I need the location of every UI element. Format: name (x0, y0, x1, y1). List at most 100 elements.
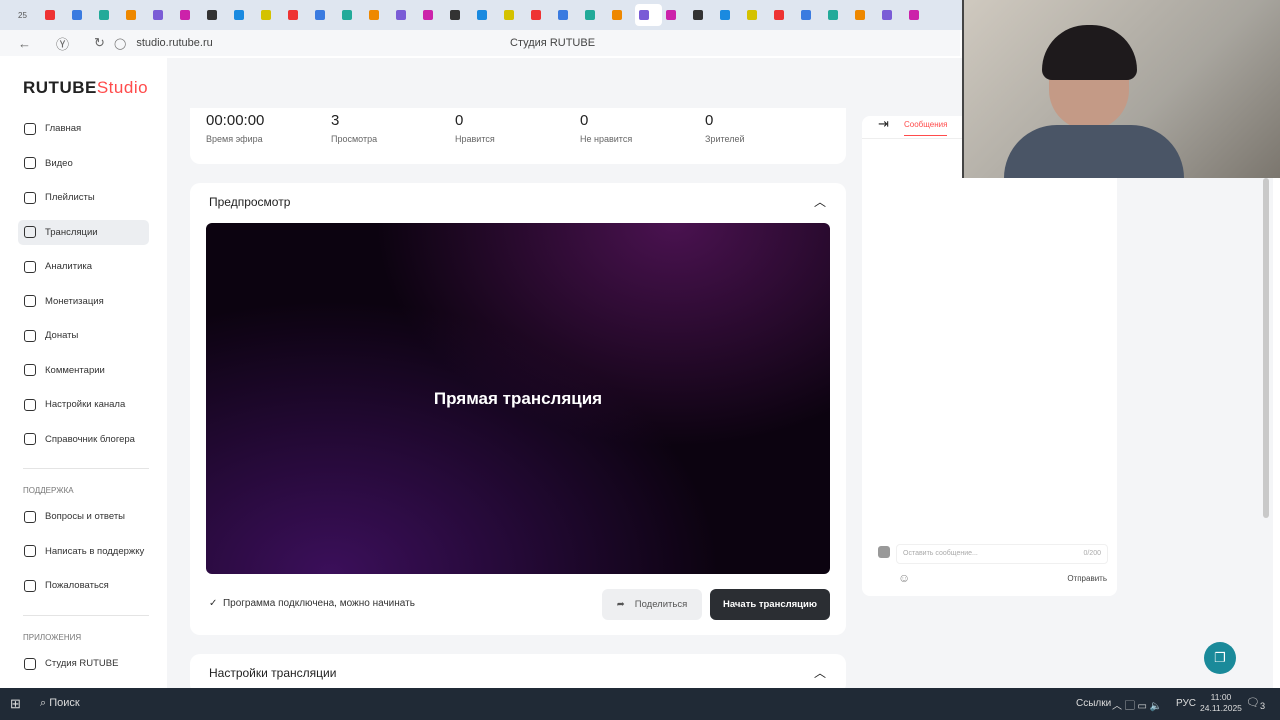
browser-tab[interactable] (392, 4, 419, 26)
browser-tab[interactable] (419, 4, 446, 26)
sidebar-item[interactable]: Монетизация (18, 289, 149, 314)
nav-icon (24, 260, 36, 273)
windows-taskbar: ⊞ ⌕ Поиск Ссылки ︿ ▢ ▭ 🔈 РУС 11:00 24.11.… (0, 688, 1280, 720)
nav-icon (24, 545, 36, 557)
tray-icons[interactable]: ︿ ▢ ▭ 🔈 (1112, 697, 1162, 712)
browser-tab[interactable] (743, 4, 770, 26)
reload-icon[interactable]: ↻ (94, 35, 114, 51)
sidebar-item-label: Трансляции (45, 226, 98, 238)
sidebar-item[interactable]: Вопросы и ответы (18, 504, 149, 529)
browser-tab[interactable] (878, 4, 905, 26)
nav-icon (24, 226, 36, 238)
windows-start-icon[interactable]: ⊞ (10, 696, 21, 712)
browser-tab[interactable] (581, 4, 608, 26)
collapse-chat-icon[interactable]: ⇥ (878, 116, 889, 132)
browser-tab[interactable] (851, 4, 878, 26)
browser-tab[interactable] (770, 4, 797, 26)
webcam-overlay (962, 0, 1280, 178)
browser-tab[interactable] (284, 4, 311, 26)
clock[interactable]: 11:00 24.11.2025 (1200, 692, 1242, 714)
connection-status: ✓ Программа подключена, можно начинать (209, 598, 415, 609)
language-indicator[interactable]: РУС (1176, 698, 1196, 709)
sidebar-item[interactable]: Донаты (18, 323, 149, 348)
browser-tab[interactable] (311, 4, 338, 26)
stat-label: Время эфира (206, 134, 263, 144)
page-title: Студия RUTUBE (510, 37, 596, 49)
stat-label: Не нравится (580, 134, 633, 144)
sidebar-item[interactable]: Комментарии (18, 358, 149, 383)
browser-tab[interactable] (149, 4, 176, 26)
sidebar-item[interactable]: Трансляции (18, 219, 149, 245)
sidebar-item[interactable]: Настройки канала (18, 392, 149, 417)
emoji-icon[interactable]: ☺ (898, 571, 910, 585)
user-avatar (878, 546, 890, 558)
browser-tab[interactable] (473, 4, 500, 26)
sidebar-item[interactable]: Видео (18, 151, 149, 176)
send-button[interactable]: Отправить (1067, 574, 1107, 583)
browser-tab[interactable] (257, 4, 284, 26)
browser-tab[interactable] (365, 4, 392, 26)
browser-tab[interactable] (176, 4, 203, 26)
tab-counter[interactable]: 25 (14, 4, 41, 26)
sidebar-item[interactable]: Студия RUTUBE (18, 651, 149, 676)
url-field[interactable]: studio.rutube.ru (136, 37, 212, 49)
browser-tab[interactable] (662, 4, 689, 26)
preview-overlay-text: Прямая трансляция (433, 388, 603, 408)
browser-tab[interactable] (554, 4, 581, 26)
chat-panel: ⇥ Сообщения Оставить сообщение... 0/200 ☺… (862, 116, 1117, 596)
sidebar-item[interactable]: Главная (18, 116, 149, 141)
sidebar-item-label: Аналитика (45, 261, 93, 272)
sidebar-item-label: Комментарии (45, 364, 105, 376)
links-toolbar[interactable]: Ссылки (1076, 698, 1111, 709)
address-bar: ← Ⓨ ↻ ◯ studio.rutube.ru Студия RUTUBE (0, 30, 960, 56)
sidebar-item[interactable]: Пожаловаться (18, 573, 149, 598)
stat-item: 0 Зрителей (705, 112, 744, 144)
notifications-icon[interactable]: 🗨3 (1246, 696, 1265, 711)
sidebar-item[interactable]: Аналитика (18, 254, 149, 279)
browser-tab[interactable] (338, 4, 365, 26)
collapse-chevron-icon[interactable]: ︿ (814, 664, 826, 681)
browser-tab[interactable] (230, 4, 257, 26)
sidebar-item[interactable]: Справочник блогера (18, 427, 149, 452)
stat-value: 0 (705, 112, 714, 129)
message-input[interactable]: Оставить сообщение... 0/200 (896, 544, 1108, 564)
rutube-studio-logo[interactable]: RUTUBEStudio (23, 78, 148, 98)
share-button[interactable]: ➦ Поделиться (602, 589, 702, 620)
browser-tab[interactable] (797, 4, 824, 26)
share-icon: ➦ (616, 599, 625, 610)
browser-tab[interactable] (635, 4, 662, 26)
yandex-icon[interactable]: Ⓨ (56, 34, 76, 53)
help-chat-button[interactable]: ❐ (1204, 642, 1236, 674)
browser-tab[interactable] (95, 4, 122, 26)
browser-tab[interactable] (824, 4, 851, 26)
sidebar-item-label: Донаты (45, 330, 79, 341)
browser-tab[interactable] (905, 4, 932, 26)
browser-tab[interactable] (446, 4, 473, 26)
browser-tab[interactable] (716, 4, 743, 26)
back-icon[interactable]: ← (18, 36, 38, 51)
sidebar-item-label: Настройки канала (45, 399, 126, 410)
sidebar-item-label: Студия RUTUBE (45, 658, 119, 669)
taskbar-search[interactable]: ⌕ Поиск (40, 697, 80, 710)
collapse-chevron-icon[interactable]: ︿ (814, 193, 826, 210)
browser-tab[interactable] (608, 4, 635, 26)
browser-tab[interactable] (689, 4, 716, 26)
stat-value: 0 (580, 112, 589, 129)
browser-tab[interactable] (527, 4, 554, 26)
browser-tab[interactable] (122, 4, 149, 26)
settings-heading[interactable]: Настройки трансляции (209, 666, 336, 680)
sidebar-item-label: Написать в поддержку (45, 545, 145, 557)
page-scrollbar[interactable] (1263, 178, 1269, 518)
divider (23, 615, 149, 616)
sidebar: RUTUBEStudio Главная Видео Плейлисты Трансл… (7, 58, 167, 688)
browser-tab[interactable] (41, 4, 68, 26)
shield-icon: ◯ (114, 37, 127, 50)
preview-card: Предпросмотр ︿ Прямая трансляция ✓ Прогр… (190, 183, 846, 635)
browser-tab[interactable] (500, 4, 527, 26)
browser-tab[interactable] (203, 4, 230, 26)
start-stream-button[interactable]: Начать трансляцию (710, 589, 830, 620)
sidebar-item[interactable]: Написать в поддержку (18, 539, 149, 564)
sidebar-item[interactable]: Плейлисты (18, 185, 149, 210)
browser-tab[interactable] (68, 4, 95, 26)
tab-messages[interactable]: Сообщения (904, 120, 948, 136)
